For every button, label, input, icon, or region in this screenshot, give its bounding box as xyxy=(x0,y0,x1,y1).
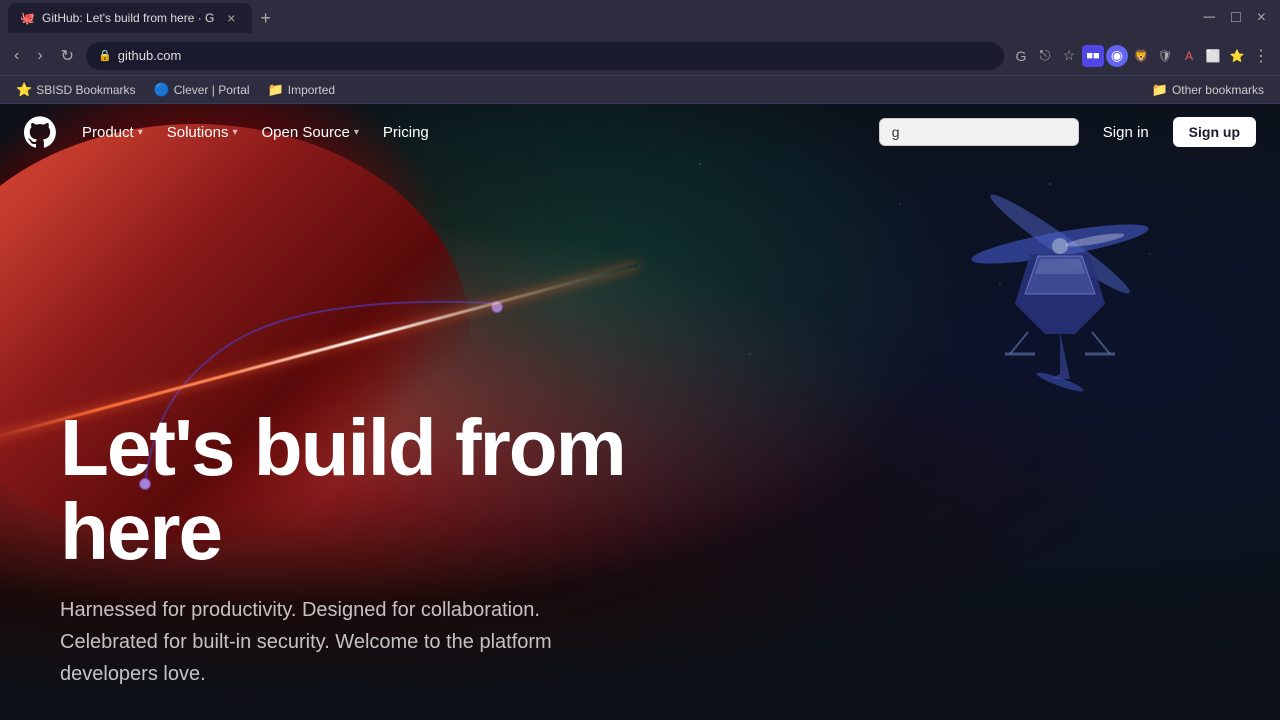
solutions-chevron-icon: ▾ xyxy=(232,127,237,138)
hero-subtitle: Harnessed for productivity. Designed for… xyxy=(60,594,640,690)
bookmark-sbisd-label: SBISD Bookmarks xyxy=(36,83,135,97)
ext2-icon[interactable]: 🛡 xyxy=(1154,45,1176,67)
bookmark-star-icon[interactable]: ☆ xyxy=(1058,45,1080,67)
drone-illustration xyxy=(920,164,1200,444)
sign-in-button[interactable]: Sign in xyxy=(1091,118,1161,147)
address-bar: ‹ › ↻ 🔒 github.com G ⎋ ☆ ■■ ◉ 🦁 🛡 A ⬜ ⭐ … xyxy=(0,36,1280,76)
ext3-icon[interactable]: A xyxy=(1178,45,1200,67)
google-icon[interactable]: G xyxy=(1010,45,1032,67)
hero-content: Let's build from here Harnessed for prod… xyxy=(60,406,760,690)
window-controls: ─ □ × xyxy=(1198,5,1272,31)
open-source-nav-link[interactable]: Open Source ▾ xyxy=(251,118,368,147)
pricing-label: Pricing xyxy=(383,124,429,141)
nav-right: Sign in Sign up xyxy=(879,117,1256,147)
close-button[interactable]: × xyxy=(1251,5,1272,31)
bookmark-clever[interactable]: 🔵 Clever | Portal xyxy=(146,79,258,101)
ext1-icon[interactable]: 🦁 xyxy=(1130,45,1152,67)
bookmark-imported[interactable]: 📁 Imported xyxy=(260,79,344,101)
bookmark-imported-icon: 📁 xyxy=(268,82,284,98)
address-text: github.com xyxy=(118,48,992,63)
product-chevron-icon: ▾ xyxy=(138,127,143,138)
ext5-icon[interactable]: ⭐ xyxy=(1226,45,1248,67)
open-source-label: Open Source xyxy=(261,124,349,141)
maximize-button[interactable]: □ xyxy=(1225,5,1247,31)
forward-button[interactable]: › xyxy=(31,43,48,69)
other-bookmarks-label: Other bookmarks xyxy=(1172,83,1264,97)
solutions-label: Solutions xyxy=(167,124,229,141)
bookmark-sbisd[interactable]: ⭐ SBISD Bookmarks xyxy=(8,79,144,101)
extensions-icon[interactable]: ■■ xyxy=(1082,45,1104,67)
ext4-icon[interactable]: ⬜ xyxy=(1202,45,1224,67)
other-bookmarks-icon: 📁 xyxy=(1152,82,1168,98)
tab-favicon: 🐙 xyxy=(20,11,34,25)
github-navbar: Product ▾ Solutions ▾ Open Source ▾ Pric… xyxy=(0,104,1280,160)
pricing-nav-link[interactable]: Pricing xyxy=(373,118,439,147)
ext6-icon[interactable]: ⋮ xyxy=(1250,45,1272,67)
browser-icons: G ⎋ ☆ ■■ ◉ 🦁 🛡 A ⬜ ⭐ ⋮ xyxy=(1010,45,1272,67)
tab-bar: 🐙 GitHub: Let's build from here · G × + xyxy=(8,3,1190,33)
new-tab-button[interactable]: + xyxy=(252,4,279,33)
minimize-button[interactable]: ─ xyxy=(1198,5,1221,31)
reload-button[interactable]: ↻ xyxy=(55,42,80,70)
solutions-nav-link[interactable]: Solutions ▾ xyxy=(157,118,248,147)
share-icon[interactable]: ⎋ xyxy=(1034,45,1056,67)
hero-title: Let's build from here xyxy=(60,406,760,574)
other-bookmarks[interactable]: 📁 Other bookmarks xyxy=(1144,79,1272,101)
bookmark-clever-label: Clever | Portal xyxy=(174,83,250,97)
tab-title: GitHub: Let's build from here · G xyxy=(42,11,214,25)
nav-links: Product ▾ Solutions ▾ Open Source ▾ Pric… xyxy=(72,118,863,147)
bookmark-imported-label: Imported xyxy=(288,83,335,97)
lock-icon: 🔒 xyxy=(98,49,112,62)
title-bar: 🐙 GitHub: Let's build from here · G × + … xyxy=(0,0,1280,36)
github-page: Product ▾ Solutions ▾ Open Source ▾ Pric… xyxy=(0,104,1280,720)
bookmarks-right: 📁 Other bookmarks xyxy=(1144,79,1272,101)
address-input-wrap[interactable]: 🔒 github.com xyxy=(86,42,1004,70)
profile-icon[interactable]: ◉ xyxy=(1106,45,1128,67)
bookmark-clever-icon: 🔵 xyxy=(154,82,170,98)
bookmark-sbisd-icon: ⭐ xyxy=(16,82,32,98)
search-input[interactable] xyxy=(879,118,1079,146)
tab-close-button[interactable]: × xyxy=(222,9,240,27)
active-tab[interactable]: 🐙 GitHub: Let's build from here · G × xyxy=(8,3,252,33)
bookmarks-bar: ⭐ SBISD Bookmarks 🔵 Clever | Portal 📁 Im… xyxy=(0,76,1280,104)
github-logo[interactable] xyxy=(24,116,56,148)
product-label: Product xyxy=(82,124,134,141)
sign-up-button[interactable]: Sign up xyxy=(1173,117,1256,147)
back-button[interactable]: ‹ xyxy=(8,43,25,69)
open-source-chevron-icon: ▾ xyxy=(354,127,359,138)
product-nav-link[interactable]: Product ▾ xyxy=(72,118,153,147)
